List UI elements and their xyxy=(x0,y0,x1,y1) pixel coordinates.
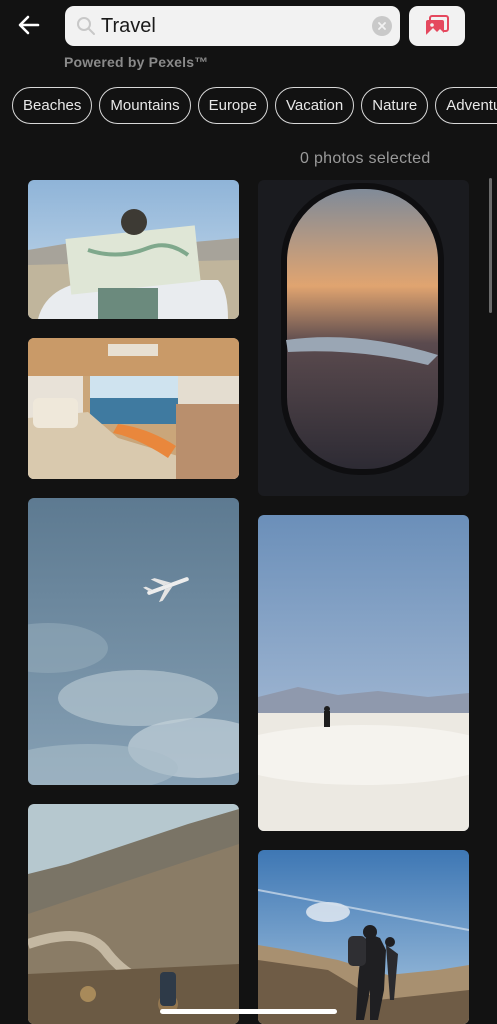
chip-nature[interactable]: Nature xyxy=(361,87,429,124)
clear-icon[interactable] xyxy=(372,16,392,36)
powered-by-label: Powered by Pexels™ xyxy=(64,54,209,70)
chip-beaches[interactable]: Beaches xyxy=(12,87,93,124)
photo-tile[interactable] xyxy=(28,498,239,785)
chip-europe[interactable]: Europe xyxy=(197,87,268,124)
search-icon xyxy=(71,11,101,41)
scrollbar[interactable] xyxy=(489,178,492,313)
search-input[interactable] xyxy=(101,14,361,38)
selected-count: 0 photos selected xyxy=(300,150,431,167)
search-bar[interactable] xyxy=(65,6,400,46)
suggestion-chips: Beaches Mountains Europe Vacation Nature… xyxy=(12,87,497,125)
photo-tile[interactable] xyxy=(28,180,239,319)
photo-tile[interactable] xyxy=(258,850,469,1024)
arrow-left-icon xyxy=(18,15,40,35)
photo-tile[interactable] xyxy=(258,515,469,831)
chip-mountains[interactable]: Mountains xyxy=(99,87,191,124)
photo-tile[interactable] xyxy=(28,804,239,1024)
images-icon xyxy=(426,15,449,35)
chip-adventure[interactable]: Adventure xyxy=(435,87,497,124)
photo-tile[interactable] xyxy=(258,180,469,496)
chip-vacation[interactable]: Vacation xyxy=(274,87,355,124)
back-button[interactable] xyxy=(12,8,46,42)
home-indicator xyxy=(160,1009,337,1014)
photo-tile[interactable] xyxy=(28,338,239,479)
gallery-button[interactable] xyxy=(409,6,465,46)
